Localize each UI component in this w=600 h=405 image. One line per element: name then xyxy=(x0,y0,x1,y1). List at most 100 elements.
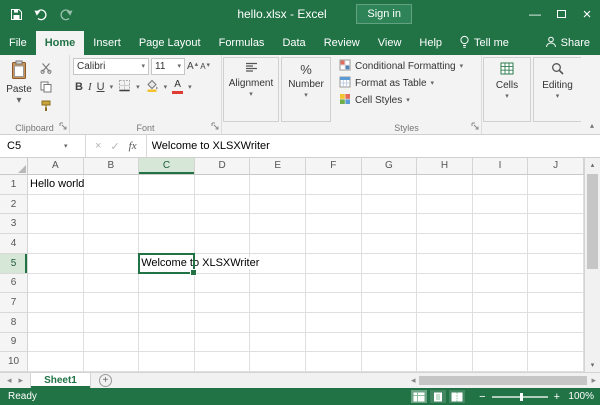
cell-E10[interactable] xyxy=(250,352,306,372)
grow-font-button[interactable]: A▴ xyxy=(187,61,198,72)
cell-H4[interactable] xyxy=(417,234,473,254)
cell-G10[interactable] xyxy=(362,352,418,372)
row-header-6[interactable]: 6 xyxy=(0,274,28,294)
cell-E4[interactable] xyxy=(250,234,306,254)
cell-A3[interactable] xyxy=(28,214,84,234)
number-group-button[interactable]: % Number ▾ xyxy=(281,57,331,122)
cell-I8[interactable] xyxy=(473,313,529,333)
paste-button[interactable]: Paste ▾ xyxy=(3,58,35,120)
cell-B6[interactable] xyxy=(84,274,140,294)
font-dialog-launcher-icon[interactable] xyxy=(211,122,219,133)
shrink-font-button[interactable]: A▾ xyxy=(200,62,210,71)
enter-check-icon[interactable]: ✓ xyxy=(110,140,119,153)
cell-F1[interactable] xyxy=(306,175,362,195)
cell-F4[interactable] xyxy=(306,234,362,254)
column-header-J[interactable]: J xyxy=(528,158,584,175)
cell-H10[interactable] xyxy=(417,352,473,372)
cell-I9[interactable] xyxy=(473,333,529,353)
cell-J1[interactable] xyxy=(528,175,584,195)
page-layout-view-icon[interactable] xyxy=(430,390,446,403)
cell-F5[interactable] xyxy=(306,254,362,274)
cell-H9[interactable] xyxy=(417,333,473,353)
cell-I10[interactable] xyxy=(473,352,529,372)
redo-icon[interactable] xyxy=(59,8,73,21)
column-header-C[interactable]: C xyxy=(139,158,195,175)
cell-B5[interactable] xyxy=(84,254,140,274)
cell-G8[interactable] xyxy=(362,313,418,333)
cell-J4[interactable] xyxy=(528,234,584,254)
tab-data[interactable]: Data xyxy=(273,31,314,55)
cell-D4[interactable] xyxy=(195,234,251,254)
row-header-7[interactable]: 7 xyxy=(0,293,28,313)
cell-G5[interactable] xyxy=(362,254,418,274)
sign-in-button[interactable]: Sign in xyxy=(356,4,412,24)
cell-E1[interactable] xyxy=(250,175,306,195)
scroll-right-icon[interactable]: ▸ xyxy=(591,375,596,386)
formula-field[interactable] xyxy=(147,135,600,157)
cell-E9[interactable] xyxy=(250,333,306,353)
cell-B4[interactable] xyxy=(84,234,140,254)
tab-help[interactable]: Help xyxy=(410,31,451,55)
cell-E8[interactable] xyxy=(250,313,306,333)
vertical-scroll-thumb[interactable] xyxy=(587,174,598,269)
cell-A2[interactable] xyxy=(28,195,84,215)
tab-formulas[interactable]: Formulas xyxy=(210,31,274,55)
scroll-down-icon[interactable]: ▾ xyxy=(585,361,600,369)
cell-F10[interactable] xyxy=(306,352,362,372)
column-header-E[interactable]: E xyxy=(250,158,306,175)
cell-D7[interactable] xyxy=(195,293,251,313)
font-color-button[interactable]: A xyxy=(172,80,183,94)
sheet-tab-sheet1[interactable]: Sheet1 xyxy=(30,373,91,388)
cell-E3[interactable] xyxy=(250,214,306,234)
conditional-formatting-button[interactable]: Conditional Formatting ▾ xyxy=(339,58,478,75)
cell-I3[interactable] xyxy=(473,214,529,234)
row-header-3[interactable]: 3 xyxy=(0,214,28,234)
cell-F9[interactable] xyxy=(306,333,362,353)
cell-C3[interactable] xyxy=(139,214,195,234)
name-box-input[interactable] xyxy=(0,140,64,152)
zoom-slider-thumb[interactable] xyxy=(520,393,523,401)
save-icon[interactable] xyxy=(10,8,23,21)
cell-D8[interactable] xyxy=(195,313,251,333)
cell-D3[interactable] xyxy=(195,214,251,234)
horizontal-scrollbar[interactable]: ◂ ▸ xyxy=(411,373,600,388)
cell-B3[interactable] xyxy=(84,214,140,234)
column-header-F[interactable]: F xyxy=(306,158,362,175)
cell-styles-button[interactable]: Cell Styles ▾ xyxy=(339,92,478,109)
cell-D10[interactable] xyxy=(195,352,251,372)
cell-H8[interactable] xyxy=(417,313,473,333)
collapse-ribbon-icon[interactable]: ▴ xyxy=(590,121,594,130)
cell-I5[interactable] xyxy=(473,254,529,274)
scroll-up-icon[interactable]: ▴ xyxy=(585,161,600,169)
page-break-view-icon[interactable] xyxy=(449,390,465,403)
cell-G3[interactable] xyxy=(362,214,418,234)
cell-C1[interactable] xyxy=(139,175,195,195)
cut-icon[interactable] xyxy=(40,62,52,77)
cell-I6[interactable] xyxy=(473,274,529,294)
cell-C5[interactable]: Welcome to XLSXWriter xyxy=(139,254,195,274)
select-all-corner[interactable] xyxy=(0,158,28,175)
cell-H1[interactable] xyxy=(417,175,473,195)
styles-dialog-launcher-icon[interactable] xyxy=(471,122,479,133)
cell-G6[interactable] xyxy=(362,274,418,294)
maximize-button[interactable] xyxy=(548,0,574,28)
cell-A7[interactable] xyxy=(28,293,84,313)
cell-G1[interactable] xyxy=(362,175,418,195)
column-header-A[interactable]: A xyxy=(28,158,84,175)
vertical-scrollbar[interactable]: ▴ ▾ xyxy=(584,158,600,372)
cell-F3[interactable] xyxy=(306,214,362,234)
cell-A8[interactable] xyxy=(28,313,84,333)
add-sheet-button[interactable]: + xyxy=(99,374,112,387)
cell-J5[interactable] xyxy=(528,254,584,274)
cell-C9[interactable] xyxy=(139,333,195,353)
formula-input[interactable] xyxy=(147,135,600,157)
column-header-I[interactable]: I xyxy=(473,158,529,175)
zoom-percentage[interactable]: 100% xyxy=(566,391,594,402)
minimize-button[interactable]: — xyxy=(522,0,548,28)
cell-J9[interactable] xyxy=(528,333,584,353)
normal-view-icon[interactable] xyxy=(411,390,427,403)
font-color-dropdown-icon[interactable]: ▾ xyxy=(188,84,192,91)
cell-I2[interactable] xyxy=(473,195,529,215)
column-header-H[interactable]: H xyxy=(417,158,473,175)
tell-me-box[interactable]: Tell me xyxy=(451,31,517,55)
